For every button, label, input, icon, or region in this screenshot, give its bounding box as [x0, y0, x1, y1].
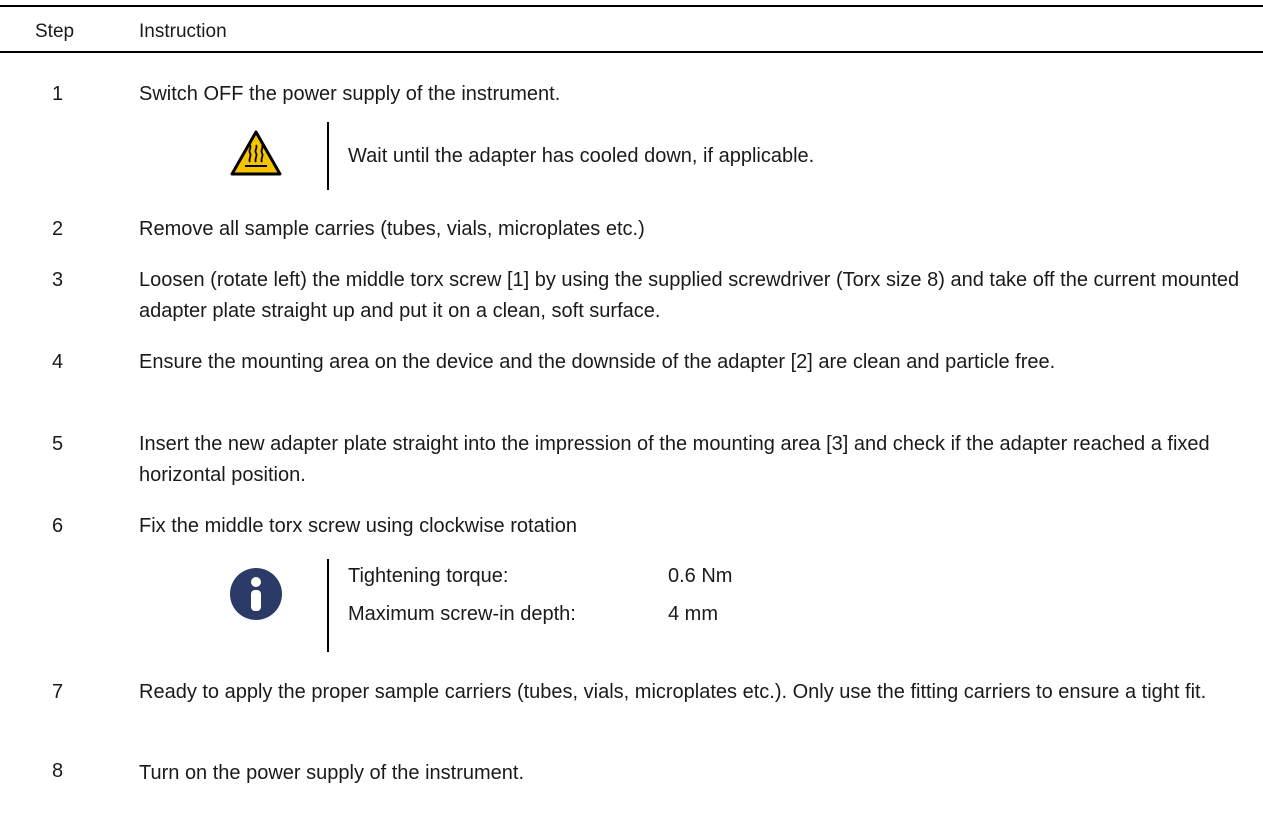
torque-value: 0.6 Nm	[668, 565, 733, 587]
header-step: Step	[35, 21, 75, 42]
step-number: 5	[52, 433, 64, 455]
depth-label: Maximum screw-in depth:	[348, 603, 576, 625]
torque-label: Tightening torque:	[348, 565, 509, 587]
step-instruction: Loosen (rotate left) the middle torx scr…	[139, 269, 1240, 322]
step-instruction: Ready to apply the proper sample carrier…	[139, 681, 1207, 703]
step-number: 1	[52, 83, 64, 105]
step-number: 3	[52, 269, 64, 291]
step-number: 2	[52, 218, 64, 240]
step-number: 7	[52, 681, 64, 703]
step-instruction: Ensure the mounting area on the device a…	[139, 351, 1056, 373]
step-number: 8	[52, 760, 64, 782]
step-number: 6	[52, 515, 64, 537]
note-divider	[327, 559, 329, 652]
depth-value: 4 mm	[668, 603, 718, 625]
step-instruction: Switch OFF the power supply of the instr…	[139, 83, 561, 105]
table-top-rule	[0, 5, 1263, 7]
table-header-rule	[0, 51, 1263, 53]
hot-surface-warning-icon	[230, 130, 282, 176]
step-instruction: Remove all sample carries (tubes, vials,…	[139, 218, 645, 240]
step-instruction: Turn on the power supply of the instrume…	[139, 762, 525, 784]
header-instruction: Instruction	[139, 21, 227, 42]
step-number: 4	[52, 351, 64, 373]
step-instruction: Insert the new adapter plate straight in…	[139, 433, 1210, 486]
note-divider	[327, 122, 329, 190]
step-instruction: Fix the middle torx screw using clockwis…	[139, 515, 577, 537]
warning-text: Wait until the adapter has cooled down, …	[348, 145, 815, 167]
info-icon	[230, 568, 282, 620]
